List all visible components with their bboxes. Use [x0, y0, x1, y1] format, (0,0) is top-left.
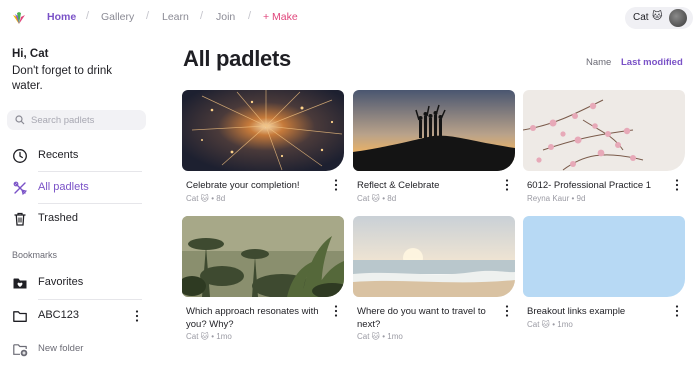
cherry-blossom-image: [523, 90, 685, 171]
more-options-icon[interactable]: [503, 178, 511, 192]
more-options-icon[interactable]: [673, 304, 681, 318]
divider: [38, 171, 142, 172]
more-options-icon[interactable]: [332, 304, 340, 318]
sidebar-item-all-padlets[interactable]: All padlets: [8, 175, 142, 201]
padlet-title: Which approach resonates with you? Why?: [186, 306, 319, 330]
padlet-title: Breakout links example: [527, 306, 626, 317]
clock-icon: [13, 149, 27, 163]
sidebar-item-label: ABC123: [38, 309, 79, 321]
sort-by-last-modified-button[interactable]: Last modified: [621, 57, 683, 68]
sidebar-item-label: Trashed: [38, 212, 78, 224]
more-options-icon[interactable]: [673, 178, 681, 192]
search-input[interactable]: [31, 113, 141, 127]
new-folder-button[interactable]: New folder: [8, 336, 142, 362]
nav-separator: /: [146, 10, 150, 22]
page-title: All padlets: [183, 46, 291, 71]
padlet-meta: Cat 🐱 • 8d: [357, 194, 397, 203]
nav-join[interactable]: Join: [216, 11, 235, 23]
search-box[interactable]: [7, 110, 146, 130]
divider: [38, 299, 142, 300]
folder-icon: [13, 311, 27, 322]
divider: [38, 203, 142, 204]
avatar: [669, 9, 687, 27]
nav-learn[interactable]: Learn: [162, 11, 189, 23]
more-options-icon[interactable]: [503, 304, 511, 318]
search-icon: [15, 115, 25, 125]
padlet-title: 6012- Professional Practice 1: [527, 180, 652, 191]
sidebar-item-trashed[interactable]: Trashed: [8, 206, 142, 232]
sunset-image: [353, 90, 515, 171]
nav-gallery[interactable]: Gallery: [101, 11, 134, 23]
padlet-thumbnail[interactable]: [353, 90, 515, 171]
user-emoji: 🐱: [652, 11, 663, 22]
padlet-meta: Cat 🐱 • 1mo: [186, 332, 232, 341]
add-folder-icon: [13, 344, 28, 357]
padlet-thumbnail[interactable]: [182, 90, 344, 171]
nav-home[interactable]: Home: [47, 11, 76, 23]
sidebar-item-abc123[interactable]: ABC123: [8, 303, 142, 329]
padlet-thumbnail[interactable]: [182, 216, 344, 297]
nav-separator: /: [86, 10, 90, 22]
padlet-title: Celebrate your completion!: [186, 180, 300, 191]
padlet-meta: Cat 🐱 • 1mo: [527, 320, 573, 329]
sort-by-name-button[interactable]: Name: [586, 57, 611, 68]
padlet-meta: Reyna Kaur • 9d: [527, 194, 586, 203]
padlet-thumbnail[interactable]: [523, 216, 685, 297]
more-options-icon[interactable]: [332, 178, 340, 192]
padlet-meta: Cat 🐱 • 8d: [186, 194, 226, 203]
padlet-meta: Cat 🐱 • 1mo: [357, 332, 403, 341]
sidebar-item-favorites[interactable]: Favorites: [8, 270, 142, 296]
padlet-thumbnail[interactable]: [523, 90, 685, 171]
greeting-title: Hi, Cat: [12, 48, 49, 60]
sidebar-item-label: All padlets: [38, 181, 89, 193]
padlet-logo-icon[interactable]: [10, 9, 28, 27]
nav-separator: /: [200, 10, 204, 22]
padlet-title: Reflect & Celebrate: [357, 180, 440, 191]
greeting-text: Don't forget to drink water.: [12, 65, 112, 92]
new-folder-label: New folder: [38, 343, 84, 354]
bookmarks-heading: Bookmarks: [12, 250, 58, 260]
top-nav: Home / Gallery / Learn / Join / + Make C…: [0, 0, 700, 36]
padlets-icon: [13, 181, 28, 196]
heart-folder-icon: [13, 278, 27, 289]
more-options-icon[interactable]: [132, 309, 142, 323]
sidebar-item-label: Recents: [38, 149, 79, 161]
nav-make[interactable]: + Make: [263, 11, 298, 23]
nav-separator: /: [248, 10, 252, 22]
user-name: Cat: [633, 12, 649, 23]
sidebar-item-label: Favorites: [38, 276, 84, 288]
padlet-thumbnail[interactable]: [353, 216, 515, 297]
beach-image: [353, 216, 515, 297]
fireworks-image: [182, 90, 344, 171]
padlet-title: Where do you want to travel to next?: [357, 306, 486, 330]
sidebar-item-recents[interactable]: Recents: [8, 143, 142, 169]
jungle-image: [182, 216, 344, 297]
user-menu-button[interactable]: Cat 🐱: [625, 7, 693, 29]
trash-icon: [14, 212, 26, 226]
